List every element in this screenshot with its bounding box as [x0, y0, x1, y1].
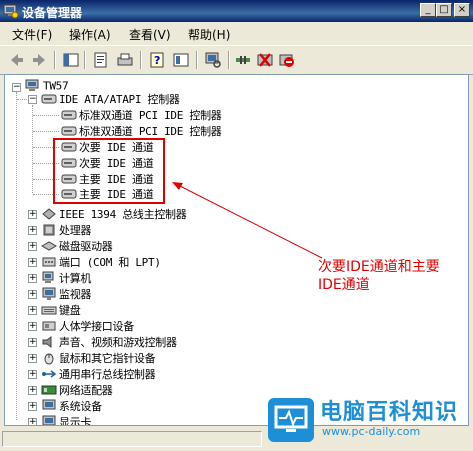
- collapse-toggle[interactable]: −: [28, 95, 37, 104]
- system-device-icon: [42, 399, 56, 410]
- mouse-icon: [44, 353, 54, 365]
- monitor-icon: [42, 287, 56, 300]
- ide-controller-icon: [41, 94, 57, 104]
- ide-controller-icon: [61, 126, 77, 136]
- category-usb[interactable]: 通用串行总线控制器: [41, 366, 156, 382]
- ide-device-item[interactable]: 标准双通道 PCI IDE 控制器: [61, 107, 222, 123]
- annotation-text: 次要IDE通道和主要 IDE通道: [318, 258, 440, 294]
- close-button[interactable]: ×: [454, 3, 470, 17]
- category-mouse[interactable]: 鼠标和其它指针设备: [41, 350, 156, 366]
- computer-icon: [25, 79, 39, 91]
- show-hide-tree-icon[interactable]: [62, 51, 80, 69]
- category-hid[interactable]: 人体学接口设备: [41, 318, 134, 334]
- monitor-pulse-icon: [274, 405, 308, 432]
- status-cell: [2, 431, 262, 447]
- menu-action[interactable]: 操作(A): [69, 26, 111, 43]
- expand-toggle[interactable]: +: [28, 354, 37, 363]
- ide-device-item[interactable]: 标准双通道 PCI IDE 控制器: [61, 123, 222, 139]
- device-manager-icon: [3, 4, 19, 19]
- expand-toggle[interactable]: +: [28, 370, 37, 379]
- print-icon[interactable]: [116, 51, 134, 69]
- update-driver-icon[interactable]: [234, 51, 252, 69]
- watermark-logo: [268, 398, 314, 442]
- category-system[interactable]: 系统设备: [41, 398, 102, 414]
- toolbar-separator: [196, 51, 198, 69]
- tree-line: [33, 131, 59, 132]
- tree-line: [33, 115, 59, 116]
- minimize-button[interactable]: _: [420, 3, 436, 17]
- expand-toggle[interactable]: +: [28, 338, 37, 347]
- hid-icon: [42, 321, 56, 331]
- expand-toggle[interactable]: +: [28, 386, 37, 395]
- view-icon[interactable]: [172, 51, 190, 69]
- expand-toggle[interactable]: +: [28, 418, 37, 425]
- watermark: 电脑百科知识 www.pc-daily.com: [268, 392, 473, 451]
- processor-icon: [43, 224, 55, 236]
- svg-text:?: ?: [154, 54, 160, 67]
- properties-icon[interactable]: [92, 51, 110, 69]
- device-tree[interactable]: − TW57 − IDE ATA/ATAPI 控制器 标准双通道 PCI IDE…: [4, 74, 469, 426]
- back-arrow-icon[interactable]: [8, 51, 26, 69]
- ieee1394-icon: [42, 208, 56, 220]
- category-processor[interactable]: 处理器: [41, 222, 91, 238]
- expand-toggle[interactable]: +: [28, 306, 37, 315]
- category-network[interactable]: 网络适配器: [41, 382, 113, 398]
- ide-controller-icon: [61, 110, 77, 120]
- menu-help[interactable]: 帮助(H): [188, 26, 230, 43]
- disable-device-icon[interactable]: [278, 51, 296, 69]
- maximize-button[interactable]: □: [436, 3, 452, 17]
- expand-toggle[interactable]: +: [28, 290, 37, 299]
- annotation-line-2: IDE通道: [318, 277, 370, 293]
- network-adapter-icon: [41, 385, 57, 395]
- forward-arrow-icon[interactable]: [30, 51, 48, 69]
- usb-icon: [42, 370, 57, 378]
- toolbar-separator: [84, 51, 86, 69]
- window-title: 设备管理器: [22, 6, 83, 20]
- highlight-box: [53, 138, 165, 204]
- category-ide[interactable]: IDE ATA/ATAPI 控制器: [41, 91, 180, 107]
- title-bar[interactable]: 设备管理器 _ □ ×: [0, 0, 473, 22]
- category-keyboard[interactable]: 键盘: [41, 302, 81, 318]
- watermark-url: www.pc-daily.com: [322, 425, 421, 438]
- toolbar: ?: [0, 45, 473, 75]
- keyboard-icon: [41, 306, 57, 315]
- expand-toggle[interactable]: +: [28, 402, 37, 411]
- category-computer[interactable]: 计算机: [41, 270, 91, 286]
- computer-icon: [42, 271, 54, 283]
- category-monitor[interactable]: 监视器: [41, 286, 91, 302]
- speaker-icon: [42, 336, 52, 348]
- category-display[interactable]: 显示卡: [41, 414, 91, 425]
- category-ieee1394[interactable]: IEEE 1394 总线主控制器: [41, 206, 187, 222]
- menu-file[interactable]: 文件(F): [12, 26, 52, 43]
- disk-drive-icon: [41, 241, 57, 251]
- tree-line: [17, 99, 27, 100]
- scan-hardware-icon[interactable]: [204, 51, 222, 69]
- expand-toggle[interactable]: +: [28, 226, 37, 235]
- uninstall-icon[interactable]: [256, 51, 274, 69]
- expand-toggle[interactable]: +: [28, 322, 37, 331]
- port-icon: [42, 257, 56, 267]
- expand-toggle[interactable]: +: [28, 274, 37, 283]
- toolbar-separator: [54, 51, 56, 69]
- menu-bar: 文件(F) 操作(A) 查看(V) 帮助(H): [0, 23, 473, 43]
- expand-toggle[interactable]: +: [28, 210, 37, 219]
- help-icon[interactable]: ?: [148, 51, 166, 69]
- expand-toggle[interactable]: +: [28, 242, 37, 251]
- toolbar-separator: [228, 51, 230, 69]
- collapse-toggle[interactable]: −: [12, 83, 21, 92]
- watermark-title: 电脑百科知识: [320, 400, 459, 425]
- display-adapter-icon: [42, 415, 56, 425]
- tree-line: [16, 92, 17, 420]
- expand-toggle[interactable]: +: [28, 258, 37, 267]
- category-disk[interactable]: 磁盘驱动器: [41, 238, 113, 254]
- category-sound[interactable]: 声音、视频和游戏控制器: [41, 334, 177, 350]
- annotation-line-1: 次要IDE通道和主要: [318, 259, 440, 275]
- category-ports[interactable]: 端口 (COM 和 LPT): [41, 254, 161, 270]
- toolbar-separator: [140, 51, 142, 69]
- menu-view[interactable]: 查看(V): [129, 26, 171, 43]
